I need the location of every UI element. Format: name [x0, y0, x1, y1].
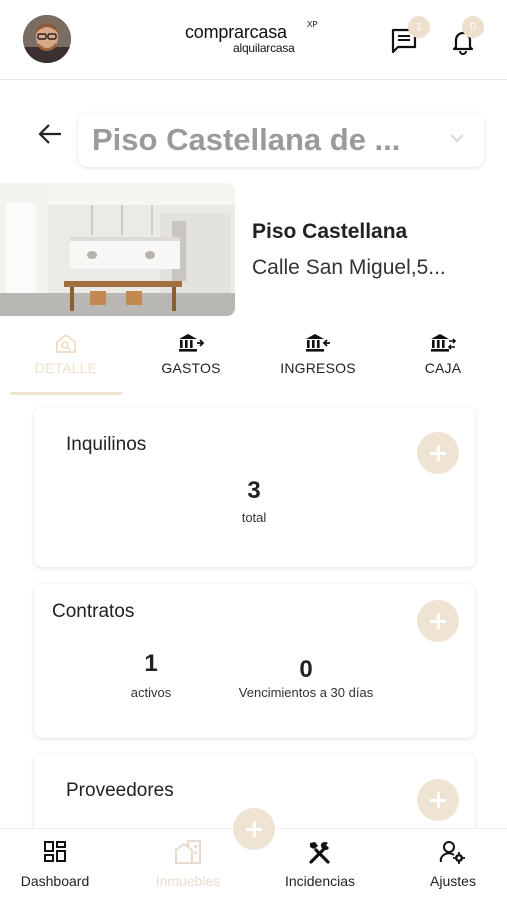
section-tabs: DETALLE GASTOS INGRESOS CAJA	[0, 330, 507, 396]
bank-exchange-icon	[431, 334, 457, 352]
tab-detalle[interactable]: DETALLE	[18, 330, 114, 396]
back-button[interactable]	[34, 118, 66, 150]
add-contrato-button[interactable]	[417, 600, 459, 642]
arrow-left-icon	[38, 124, 61, 144]
card-proveedores-title: Proveedores	[66, 780, 174, 801]
tab-gastos-label: GASTOS	[161, 360, 221, 376]
nav-ajustes-label: Ajustes	[430, 873, 476, 889]
nav-inmuebles[interactable]: Inmuebles	[146, 839, 230, 895]
brand-logo: comprarcasa XP alquilarcasa	[185, 20, 335, 60]
nav-incidencias[interactable]: Incidencias	[276, 839, 364, 895]
nav-ajustes[interactable]: Ajustes	[418, 839, 488, 895]
card-contratos[interactable]: Contratos 1 activos 0 Vencimientos a 30 …	[34, 584, 475, 738]
contratos-active-count: 1	[144, 650, 158, 677]
app-screen: comprarcasa XP alquilarcasa 1 0 Piso Cas…	[0, 0, 507, 900]
property-name: Piso Castellana	[252, 220, 408, 243]
notifications-badge: 0	[462, 16, 484, 38]
property-address: Calle San Miguel,5...	[252, 256, 446, 279]
nav-incidencias-label: Incidencias	[284, 873, 356, 889]
chevron-down-icon	[450, 134, 464, 143]
brand-xp-text: XP	[307, 20, 318, 29]
active-tab-indicator	[10, 392, 122, 395]
bank-out-icon	[179, 334, 205, 352]
property-selector-value: Piso Castellana de ...	[92, 122, 401, 157]
tab-detalle-label: DETALLE	[34, 360, 98, 376]
inquilinos-count: 3	[247, 477, 261, 504]
floating-add-button[interactable]	[233, 808, 275, 850]
tab-caja-label: CAJA	[424, 360, 462, 376]
nav-dashboard-label: Dashboard	[20, 873, 90, 889]
property-photo	[0, 183, 235, 316]
brand-sub-text: alquilarcasa	[233, 41, 295, 55]
house-search-icon	[56, 333, 76, 353]
notifications-button[interactable]: 0	[450, 16, 484, 56]
avatar[interactable]	[23, 15, 71, 63]
card-contratos-title: Contratos	[52, 601, 135, 622]
dashboard-icon	[44, 841, 66, 862]
avatar-image	[23, 15, 71, 63]
messages-button[interactable]: 1	[390, 16, 430, 56]
add-inquilino-button[interactable]	[417, 432, 459, 474]
kitchen-photo-image	[0, 183, 235, 316]
tools-icon	[309, 842, 330, 864]
bank-in-icon	[306, 334, 330, 352]
card-inquilinos-title: Inquilinos	[66, 434, 147, 455]
contratos-expiring-label: Vencimientos a 30 días	[238, 685, 374, 700]
building-icon	[175, 840, 201, 864]
tab-caja[interactable]: CAJA	[404, 330, 482, 396]
add-proveedor-button[interactable]	[417, 779, 459, 821]
tab-ingresos-label: INGRESOS	[280, 360, 356, 376]
contratos-active-label: activos	[130, 685, 172, 700]
contratos-expiring-count: 0	[299, 656, 313, 683]
inquilinos-count-label: total	[241, 510, 267, 525]
property-selector[interactable]: Piso Castellana de ...	[78, 113, 484, 167]
tab-gastos[interactable]: GASTOS	[148, 330, 234, 396]
brand-main-text: comprarcasa	[185, 22, 287, 42]
tab-ingresos[interactable]: INGRESOS	[272, 330, 364, 396]
nav-dashboard[interactable]: Dashboard	[14, 839, 96, 895]
user-settings-icon	[439, 841, 465, 864]
card-inquilinos[interactable]: Inquilinos 3 total	[34, 407, 475, 567]
messages-badge: 1	[408, 16, 430, 38]
nav-inmuebles-label: Inmuebles	[155, 873, 221, 889]
top-app-bar: comprarcasa XP alquilarcasa 1 0	[0, 0, 507, 80]
